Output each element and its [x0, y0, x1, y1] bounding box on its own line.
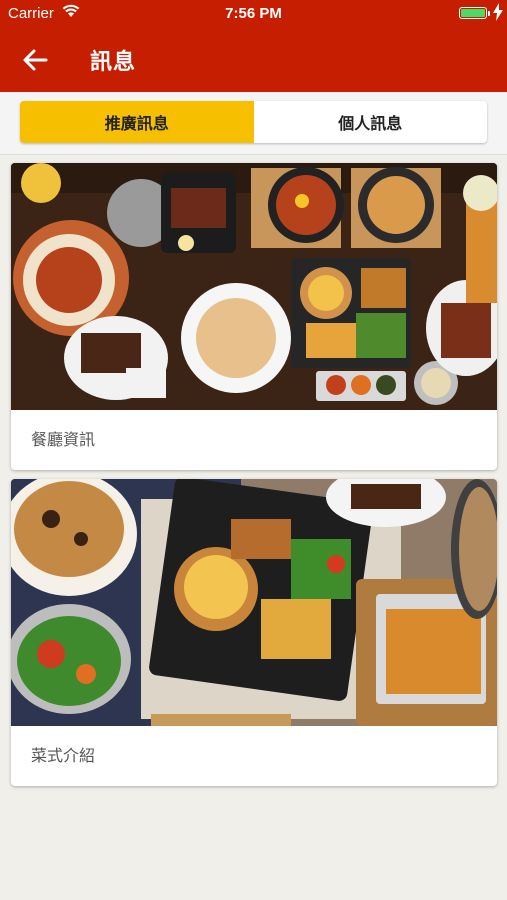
card-caption: 餐廳資訊 — [31, 430, 96, 449]
tab-bar-container: 推廣訊息 個人訊息 — [0, 92, 507, 155]
tab-promotions[interactable]: 推廣訊息 — [20, 101, 254, 143]
tab-personal-messages[interactable]: 個人訊息 — [254, 101, 488, 143]
charging-bolt-icon — [493, 3, 503, 25]
status-bar: Carrier 7:56 PM — [0, 0, 507, 28]
segmented-control: 推廣訊息 個人訊息 — [20, 101, 487, 143]
restaurant-food-photo — [11, 163, 497, 410]
card-restaurant-info[interactable]: 餐廳資訊 — [11, 163, 497, 470]
page-title: 訊息 — [90, 50, 137, 75]
battery-icon — [459, 7, 487, 19]
card-dishes-intro[interactable]: 菜式介紹 — [11, 479, 497, 786]
arrow-left-icon[interactable] — [22, 48, 48, 72]
navigation-bar: 訊息 — [0, 28, 507, 92]
dishes-photo — [11, 479, 497, 726]
card-caption: 菜式介紹 — [31, 746, 96, 765]
status-time: 7:56 PM — [225, 5, 282, 22]
